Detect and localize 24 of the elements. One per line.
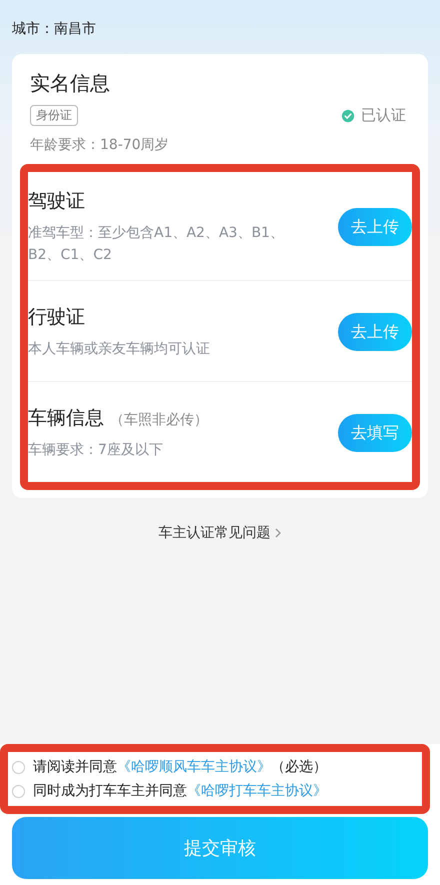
action-button[interactable]: 去填写 bbox=[338, 414, 412, 452]
agreement-text: 请阅读并同意《哈啰顺风车车主协议》（必选） bbox=[33, 758, 327, 776]
item-description: 本人车辆或亲友车辆均可认证 bbox=[28, 340, 210, 359]
submit-button[interactable]: 提交审核 bbox=[12, 817, 428, 879]
radio-button[interactable] bbox=[12, 784, 25, 798]
verified-status: 已认证 bbox=[361, 106, 406, 125]
item-title: 车辆信息 bbox=[28, 406, 104, 431]
radio-button[interactable] bbox=[12, 760, 25, 774]
agreement-text: 同时成为打车车主并同意《哈啰打车车主协议》 bbox=[33, 782, 327, 800]
item-description: 准驾车型：至少包含A1、A2、A3、B1、B2、C1、C2 bbox=[28, 224, 285, 265]
item-title: 行驶证 bbox=[28, 305, 85, 330]
action-button[interactable]: 去上传 bbox=[338, 313, 412, 351]
section-title: 实名信息 bbox=[30, 70, 110, 97]
agreement-link[interactable]: 《哈啰打车车主协议》 bbox=[187, 783, 327, 799]
item-title: 驾驶证 bbox=[28, 189, 85, 214]
item-note: （车照非必传） bbox=[110, 411, 208, 429]
city-label: 城市：南昌市 bbox=[12, 20, 96, 39]
faq-link[interactable]: 车主认证常见问题 bbox=[158, 524, 282, 542]
action-button[interactable]: 去上传 bbox=[338, 208, 412, 246]
item-description: 车辆要求：7座及以下 bbox=[28, 441, 164, 460]
agreement-link[interactable]: 《哈啰顺风车车主协议》 bbox=[117, 759, 271, 775]
chevron-icon bbox=[274, 527, 282, 539]
id-card-tag: 身份证 bbox=[30, 105, 78, 126]
age-requirement: 年龄要求：18-70周岁 bbox=[30, 136, 169, 154]
